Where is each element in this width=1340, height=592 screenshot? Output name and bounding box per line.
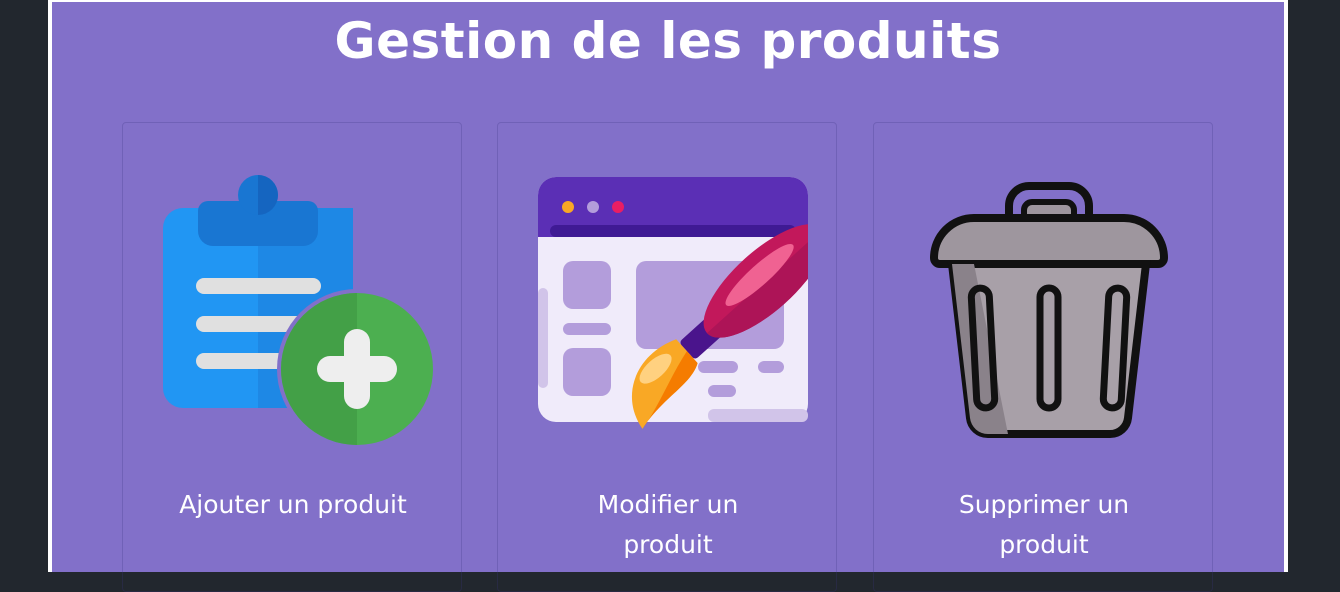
delete-product-label-line1: Supprimer un	[958, 490, 1130, 519]
delete-product-card[interactable]: Supprimer un produit	[873, 122, 1213, 592]
modify-product-label-line2: produit	[623, 530, 713, 559]
page-title: Gestion de les produits	[334, 12, 1002, 70]
paintbrush-edit-icon	[538, 177, 808, 429]
modify-product-label: Modifier un produit	[498, 485, 838, 565]
trash-can-icon	[929, 182, 1169, 439]
delete-product-label: Supprimer un produit	[874, 485, 1214, 565]
add-product-card[interactable]: Ajouter un produit	[122, 122, 462, 592]
delete-product-label-line2: produit	[999, 530, 1089, 559]
clipboard-add-icon	[163, 175, 433, 448]
add-product-label-line1: Ajouter un produit	[179, 490, 407, 519]
add-product-label: Ajouter un produit	[123, 485, 463, 525]
main-panel: Gestion de les produits Ajouter un produ…	[52, 2, 1284, 592]
modify-product-card[interactable]: Modifier un produit	[497, 122, 837, 592]
modify-product-label-line1: Modifier un	[597, 490, 739, 519]
